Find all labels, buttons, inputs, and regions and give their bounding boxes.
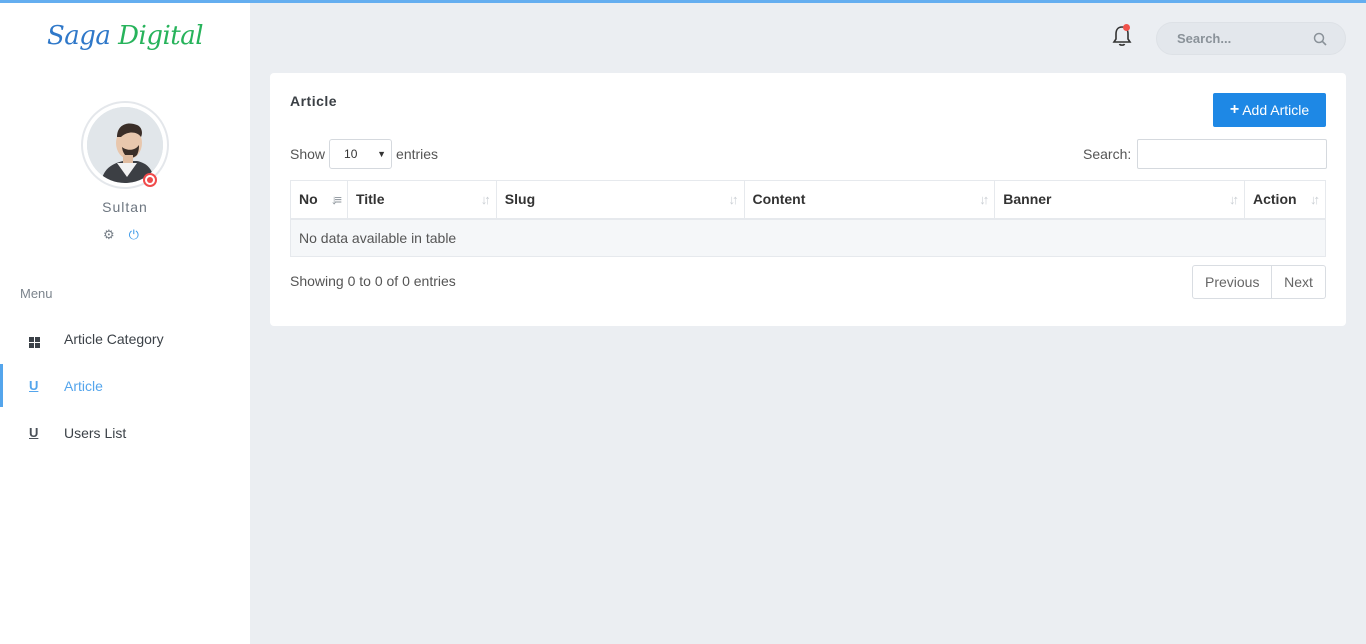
page-title: Article xyxy=(290,93,338,109)
column-header-slug[interactable]: Slug ↓↑ xyxy=(495,180,745,220)
sidebar-item-label: Article Category xyxy=(64,330,164,347)
sidebar-menu: Article Category U Article U Users List xyxy=(0,315,250,456)
header-search xyxy=(1156,22,1346,55)
user-name: Sultan xyxy=(102,199,148,215)
sort-ascending-icon: ↓≡ xyxy=(330,192,342,207)
brand-logo[interactable]: Saga Digital xyxy=(0,21,250,51)
next-page-button[interactable]: Next xyxy=(1272,265,1326,299)
sort-icon: ↓↑ xyxy=(1310,192,1320,207)
caret-down-icon: ▼ xyxy=(377,149,387,159)
article-card: Article + Add Article Show 10 ▼ entries … xyxy=(270,73,1346,326)
sidebar-item-article[interactable]: U Article xyxy=(0,362,250,409)
power-icon[interactable]: ⏻ xyxy=(129,228,139,242)
article-table: No ↓≡ Title ↓↑ Slug ↓↑ Content ↓↑ Banner xyxy=(290,180,1326,257)
sidebar-item-users-list[interactable]: U Users List xyxy=(0,409,250,456)
sidebar-item-label: Article xyxy=(64,377,103,394)
notification-dot xyxy=(1123,24,1130,31)
sidebar: Saga Digital Sultan ⚙ ⏻ Menu Article Cat… xyxy=(0,3,250,644)
column-header-title[interactable]: Title ↓↑ xyxy=(346,180,497,220)
plus-icon: + xyxy=(1229,101,1240,118)
previous-page-button[interactable]: Previous xyxy=(1192,265,1272,299)
column-header-action[interactable]: Action ↓↑ xyxy=(1244,180,1326,220)
add-article-button[interactable]: + Add Article xyxy=(1213,93,1326,127)
sort-icon: ↓↑ xyxy=(728,192,739,207)
sidebar-item-article-category[interactable]: Article Category xyxy=(0,315,250,362)
column-header-no[interactable]: No ↓≡ xyxy=(290,180,348,220)
empty-table-message: No data available in table xyxy=(290,218,1326,257)
brand-logo-part1: Saga xyxy=(46,21,111,51)
filter-label: Search: xyxy=(1083,146,1132,162)
sidebar-item-label: Users List xyxy=(64,424,127,441)
table-info: Showing 0 to 0 of 0 entries xyxy=(290,273,456,289)
length-prefix: Show xyxy=(290,146,326,162)
pagination: Previous Next xyxy=(1192,265,1326,299)
sort-icon: ↓↑ xyxy=(979,192,989,207)
dashboard-icon xyxy=(29,330,64,348)
avatar[interactable] xyxy=(81,101,169,189)
column-header-content[interactable]: Content ↓↑ xyxy=(743,180,996,220)
length-suffix: entries xyxy=(396,146,439,162)
entries-length-control: Show 10 ▼ entries xyxy=(290,139,438,169)
search-input[interactable] xyxy=(1157,23,1307,54)
avatar-photo xyxy=(87,107,163,183)
add-article-label: Add Article xyxy=(1242,102,1310,118)
underline-icon: U xyxy=(29,425,39,440)
menu-title: Menu xyxy=(20,286,53,301)
sort-icon: ↓↑ xyxy=(480,192,491,207)
underline-icon: U xyxy=(29,378,39,393)
search-icon[interactable] xyxy=(1313,32,1327,46)
status-indicator xyxy=(143,173,157,187)
gear-icon[interactable]: ⚙ xyxy=(103,228,115,242)
table-filter: Search: xyxy=(1083,139,1328,169)
brand-logo-part2: Digital xyxy=(118,21,204,51)
column-header-banner[interactable]: Banner ↓↑ xyxy=(994,180,1245,220)
entries-select-value: 10 xyxy=(344,147,358,161)
table-row: No data available in table xyxy=(290,218,1326,257)
entries-select[interactable]: 10 ▼ xyxy=(329,139,393,169)
bell-icon[interactable] xyxy=(1112,24,1132,47)
user-actions: ⚙ ⏻ xyxy=(103,228,139,242)
sort-icon: ↓↑ xyxy=(1229,192,1239,207)
table-search-input[interactable] xyxy=(1137,139,1328,169)
